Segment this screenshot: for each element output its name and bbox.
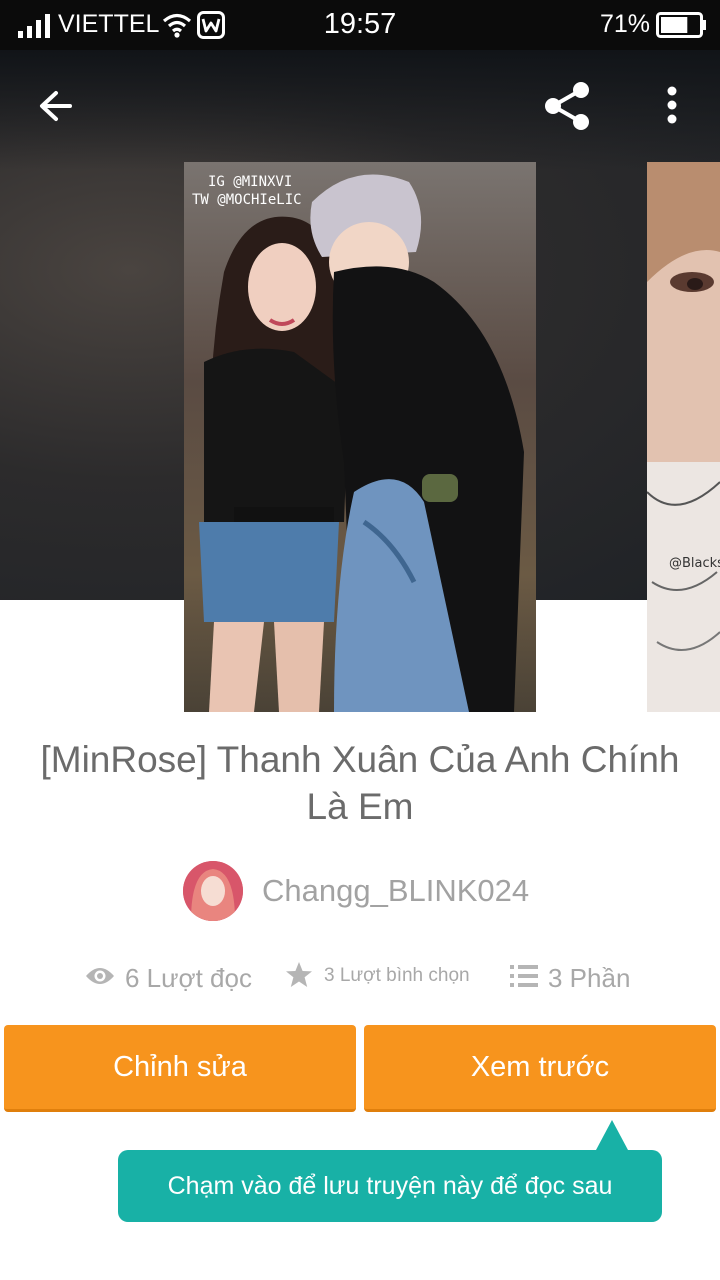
tooltip-arrow: [596, 1120, 628, 1150]
next-cover-image: @Blacks: [647, 162, 720, 712]
battery-percentage: 71%: [600, 10, 651, 38]
toolbar-shade: [0, 50, 720, 170]
story-stats: 6 Lượt đọc 3 Lượt bình chọn 3 Phần: [0, 956, 720, 1000]
tooltip-text: Chạm vào để lưu truyện này để đọc sau: [167, 1171, 613, 1200]
cover-watermark-ig: IG @MINXVI: [208, 174, 292, 190]
story-cover[interactable]: IG @MINXVI TW @MOCHIeLIC: [184, 162, 536, 712]
author-row[interactable]: Changg_BLINK024: [0, 858, 720, 922]
preview-button[interactable]: Xem trước: [364, 1025, 716, 1112]
list-icon: [510, 965, 538, 987]
save-for-later-tooltip[interactable]: Chạm vào để lưu truyện này để đọc sau: [118, 1120, 662, 1222]
more-options-button[interactable]: [652, 82, 692, 130]
more-vertical-icon: [667, 86, 677, 124]
author-name[interactable]: Changg_BLINK024: [262, 873, 529, 909]
parts-count: 3 Phần: [548, 963, 631, 993]
avatar-image: [183, 861, 243, 921]
share-icon: [545, 82, 589, 130]
cover-watermark-tw: TW @MOCHIeLIC: [192, 192, 302, 208]
votes-count: 3 Lượt bình chọn: [324, 965, 470, 986]
battery-icon: [656, 12, 706, 38]
next-story-cover[interactable]: @Blacks: [647, 162, 720, 712]
cover-image: IG @MINXVI TW @MOCHIeLIC: [184, 162, 536, 712]
star-icon: [286, 962, 312, 987]
reads-count: 6 Lượt đọc: [125, 963, 252, 993]
share-button[interactable]: [540, 78, 596, 134]
back-arrow-icon: [40, 91, 72, 121]
edit-button[interactable]: Chỉnh sửa: [4, 1025, 356, 1112]
status-bar: VIETTEL 19:57 71%: [0, 0, 720, 50]
author-avatar[interactable]: [183, 861, 243, 921]
story-title: [MinRose] Thanh Xuân Của Anh Chính Là Em: [40, 739, 680, 827]
next-cover-text: @Blacks: [669, 556, 720, 571]
eye-icon: [86, 968, 114, 984]
back-button[interactable]: [30, 82, 82, 134]
